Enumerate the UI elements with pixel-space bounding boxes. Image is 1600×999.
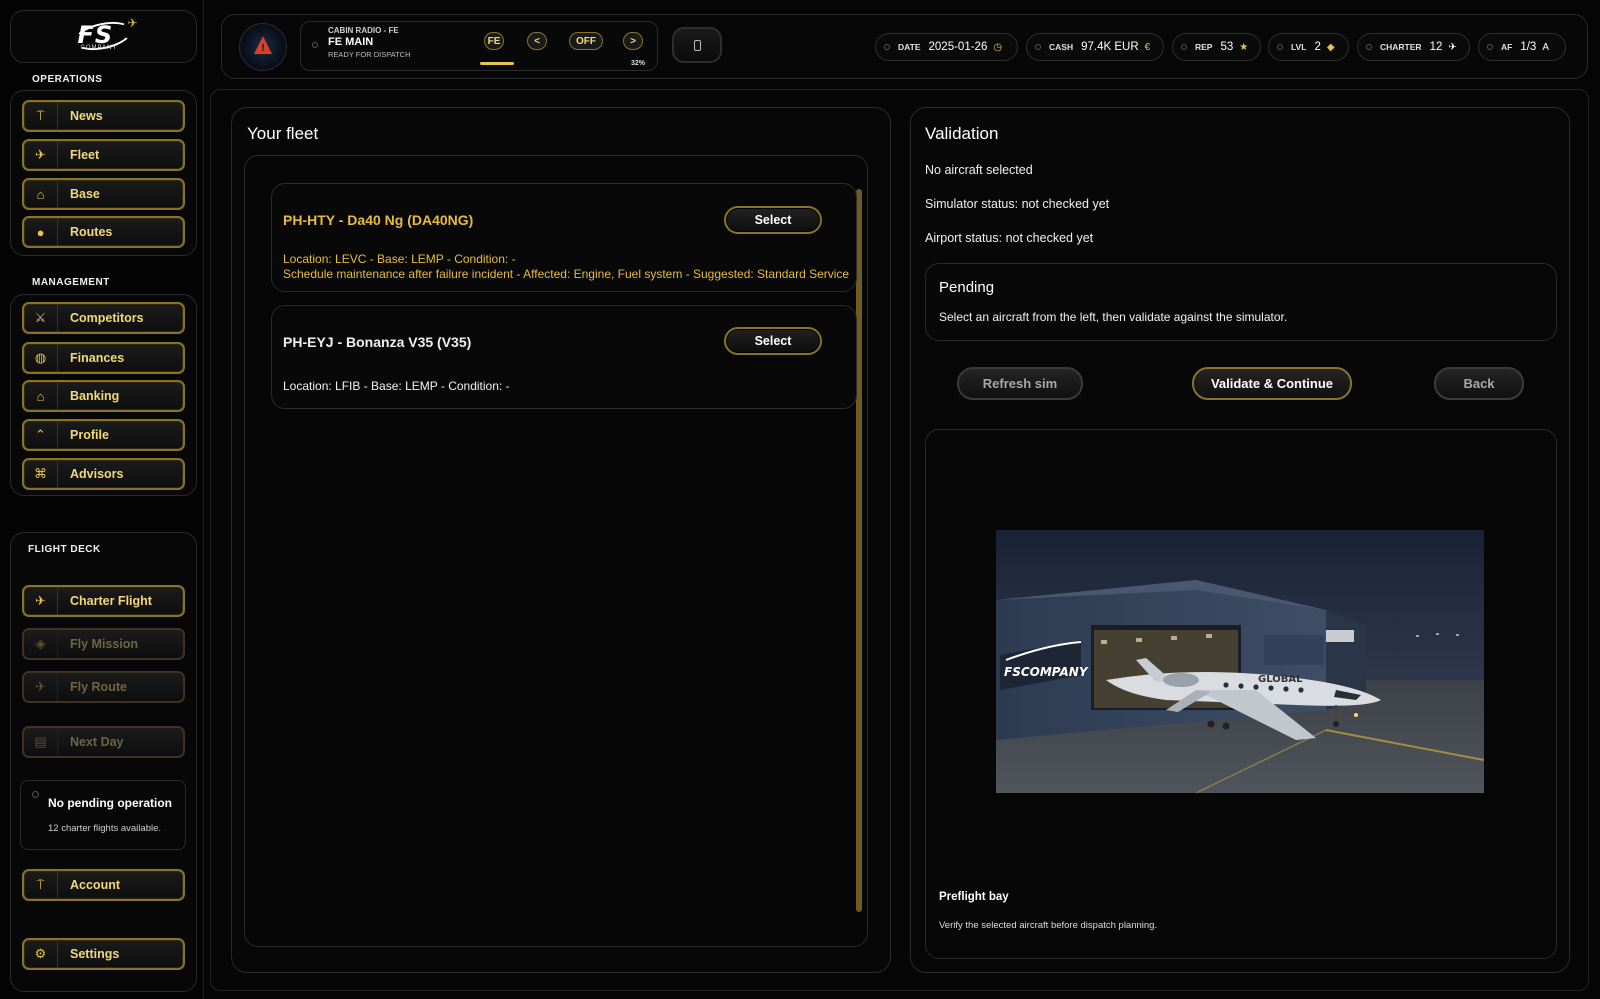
maintenance-warning: Schedule maintenance after failure incid… xyxy=(283,267,850,281)
operations-title: OPERATIONS xyxy=(32,74,103,85)
flight-deck-title: FLIGHT DECK xyxy=(28,544,101,555)
clock-icon: ◷ xyxy=(993,41,1003,53)
refresh-sim-button[interactable]: Refresh sim xyxy=(957,367,1083,400)
nav-banking-button[interactable]: ⌂ Banking xyxy=(22,380,185,412)
pending-operation-box: No pending operation 12 charter flights … xyxy=(20,780,186,850)
stat-charter: CHARTER 12 ✈ xyxy=(1357,33,1470,61)
nav-routes-button[interactable]: ● Routes xyxy=(22,216,185,248)
plane-icon: ✈ xyxy=(24,141,58,169)
cabin-radio: CABIN RADIO - FE FE MAIN READY FOR DISPA… xyxy=(300,21,658,71)
radio-title: CABIN RADIO - FE xyxy=(328,26,399,35)
radio-station: FE MAIN xyxy=(328,36,374,48)
stat-date: DATE 2025-01-26 ◷ xyxy=(875,33,1018,61)
back-button[interactable]: Back xyxy=(1434,367,1524,400)
bank-icon: ⌂ xyxy=(24,382,58,410)
fleet-card: Your fleet PH-HTY - Da40 Ng (DA40NG) Sel… xyxy=(231,107,891,973)
simulator-status: Simulator status: not checked yet xyxy=(925,197,1110,211)
radio-volume-percent: 32% xyxy=(631,60,646,67)
select-aircraft-button[interactable]: Select xyxy=(724,206,822,234)
nav-base-button[interactable]: ⌂ Base xyxy=(22,178,185,210)
aircraft-meta: Location: LFIB - Base: LEMP - Condition:… xyxy=(283,379,510,393)
af-icon: A xyxy=(1542,41,1550,53)
phone-button[interactable] xyxy=(672,27,722,63)
pending-card: Pending Select an aircraft from the left… xyxy=(925,263,1557,341)
nav-competitors-button[interactable]: ⚔ Competitors xyxy=(22,302,185,334)
plane-icon: ✈ xyxy=(24,587,58,615)
status-dot xyxy=(32,791,39,798)
versus-icon: ⚔ xyxy=(24,304,58,332)
nav-news-button[interactable]: ⍑ News xyxy=(22,100,185,132)
star-icon: ★ xyxy=(1239,41,1249,53)
stat-reputation: REP 53 ★ xyxy=(1172,33,1261,61)
plane-icon: ✈ xyxy=(24,673,58,701)
globe-icon: ● xyxy=(24,218,58,246)
fleet-scrollbar[interactable] xyxy=(856,189,862,912)
fly-route-button[interactable]: ✈ Fly Route xyxy=(22,671,185,703)
radio-fe-button[interactable]: FE xyxy=(484,32,504,50)
hangar-icon: ⌂ xyxy=(24,180,58,208)
news-icon: ⍑ xyxy=(24,102,58,130)
validate-continue-button[interactable]: Validate & Continue xyxy=(1192,367,1352,400)
wings-icon: ⌃ xyxy=(24,421,58,449)
fly-mission-button[interactable]: ◈ Fly Mission xyxy=(22,628,185,660)
stat-cash: CASH 97.4K EUR € xyxy=(1026,33,1164,61)
aircraft-status: No aircraft selected xyxy=(925,163,1033,177)
fleet-list: PH-HTY - Da40 Ng (DA40NG) Select Locatio… xyxy=(244,155,868,947)
stat-af: AF 1/3 A xyxy=(1478,33,1566,61)
airport-status: Airport status: not checked yet xyxy=(925,231,1094,245)
radio-status-dot xyxy=(312,42,318,48)
pending-text: Select an aircraft from the left, then v… xyxy=(939,310,1288,324)
settings-button[interactable]: ⚙ Settings xyxy=(22,938,185,970)
validation-card: Validation No aircraft selected Simulato… xyxy=(910,107,1570,973)
radio-next-button[interactable]: > xyxy=(623,32,643,50)
fleet-item[interactable]: PH-EYJ - Bonanza V35 (V35) Select Locati… xyxy=(271,305,857,409)
radio-progress-bar xyxy=(480,62,514,65)
charter-flight-button[interactable]: ✈ Charter Flight xyxy=(22,585,185,617)
svg-text:GLOBAL: GLOBAL xyxy=(1258,674,1303,685)
stat-level: LVL 2 ◆ xyxy=(1268,33,1349,61)
nav-profile-button[interactable]: ⌃ Profile xyxy=(22,419,185,451)
top-bar: ! CABIN RADIO - FE FE MAIN READY FOR DIS… xyxy=(221,14,1588,79)
diamond-icon: ◆ xyxy=(1326,41,1335,53)
nav-fleet-button[interactable]: ✈ Fleet xyxy=(22,139,185,171)
radio-prev-button[interactable]: < xyxy=(527,32,547,50)
plane-icon: ✈ xyxy=(1448,41,1457,53)
pending-title: Pending xyxy=(939,279,995,296)
select-aircraft-button[interactable]: Select xyxy=(724,327,822,355)
hangar-jet-image: FSCOMPANY GLOBAL xyxy=(996,530,1484,793)
aircraft-name: PH-EYJ - Bonanza V35 (V35) xyxy=(283,334,472,350)
preview-title: Preflight bay xyxy=(939,891,1009,903)
fleet-title: Your fleet xyxy=(247,124,319,143)
aircraft-name: PH-HTY - Da40 Ng (DA40NG) xyxy=(283,212,474,228)
account-icon: ⍑ xyxy=(24,871,58,899)
alert-compass-icon[interactable]: ! xyxy=(239,23,287,71)
next-day-button[interactable]: ▤ Next Day xyxy=(22,726,185,758)
svg-text:FSCOMPANY: FSCOMPANY xyxy=(1004,665,1089,679)
gear-icon: ⚙ xyxy=(24,940,58,968)
preflight-preview: FSCOMPANY GLOBAL Preflight bay Verify th… xyxy=(925,429,1557,959)
target-icon: ◈ xyxy=(24,630,58,658)
calendar-icon: ▤ xyxy=(24,728,58,756)
aircraft-meta: Location: LEVC - Base: LEMP - Condition:… xyxy=(283,252,516,266)
coins-icon: ◍ xyxy=(24,344,58,372)
preview-text: Verify the selected aircraft before disp… xyxy=(939,920,1158,931)
euro-icon: € xyxy=(1144,41,1151,53)
advisor-icon: ⌘ xyxy=(24,460,58,488)
radio-off-button[interactable]: OFF xyxy=(569,32,603,50)
fs-company-logo[interactable]: FS COMPANY ✈ xyxy=(71,16,138,55)
fleet-item[interactable]: PH-HTY - Da40 Ng (DA40NG) Select Locatio… xyxy=(271,183,857,292)
nav-finances-button[interactable]: ◍ Finances xyxy=(22,342,185,374)
account-button[interactable]: ⍑ Account xyxy=(22,869,185,901)
sidebar: FS COMPANY ✈ OPERATIONS ⍑ News ✈ Fleet ⌂… xyxy=(0,0,204,999)
phone-icon xyxy=(693,39,701,51)
validation-title: Validation xyxy=(925,124,999,143)
nav-advisors-button[interactable]: ⌘ Advisors xyxy=(22,458,185,490)
management-title: MANAGEMENT xyxy=(32,277,110,288)
radio-status: READY FOR DISPATCH xyxy=(328,50,411,59)
logo-panel: FS COMPANY ✈ xyxy=(10,10,197,63)
